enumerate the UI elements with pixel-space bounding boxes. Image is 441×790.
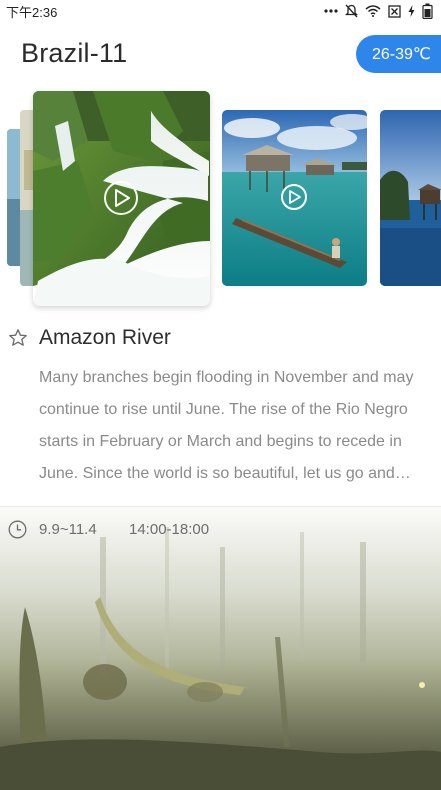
status-time: 下午2:36 xyxy=(6,4,58,20)
favorite-star-icon[interactable] xyxy=(8,328,28,348)
lake-photo xyxy=(380,110,441,286)
sim-x-icon xyxy=(388,4,401,18)
status-bar: 下午2:36 xyxy=(0,0,441,22)
forest-background-image xyxy=(0,507,441,790)
clock-icon xyxy=(8,520,27,539)
charging-icon xyxy=(408,5,415,17)
date-range: 9.9~11.4 xyxy=(39,521,97,538)
battery-icon xyxy=(422,3,433,19)
wifi-icon xyxy=(365,5,381,17)
place-description: Many branches begin flooding in November… xyxy=(39,369,414,482)
stilt-houses-photo xyxy=(222,110,367,286)
carousel-card-stilt-houses[interactable] xyxy=(222,110,367,286)
carousel-card-waterfall[interactable] xyxy=(33,91,210,306)
time-range: 14:00-18:00 xyxy=(129,521,210,538)
carousel-card-lake[interactable] xyxy=(380,110,441,286)
status-icons xyxy=(324,3,433,19)
mute-bell-icon xyxy=(345,4,358,18)
place-title: Amazon River xyxy=(39,326,171,349)
page-title: Brazil-11 xyxy=(21,38,128,68)
photo-carousel[interactable] xyxy=(0,88,441,310)
more-dots-icon xyxy=(324,9,338,13)
waterfall-photo xyxy=(33,91,210,306)
temperature-badge[interactable]: 26-39℃ xyxy=(356,35,441,73)
